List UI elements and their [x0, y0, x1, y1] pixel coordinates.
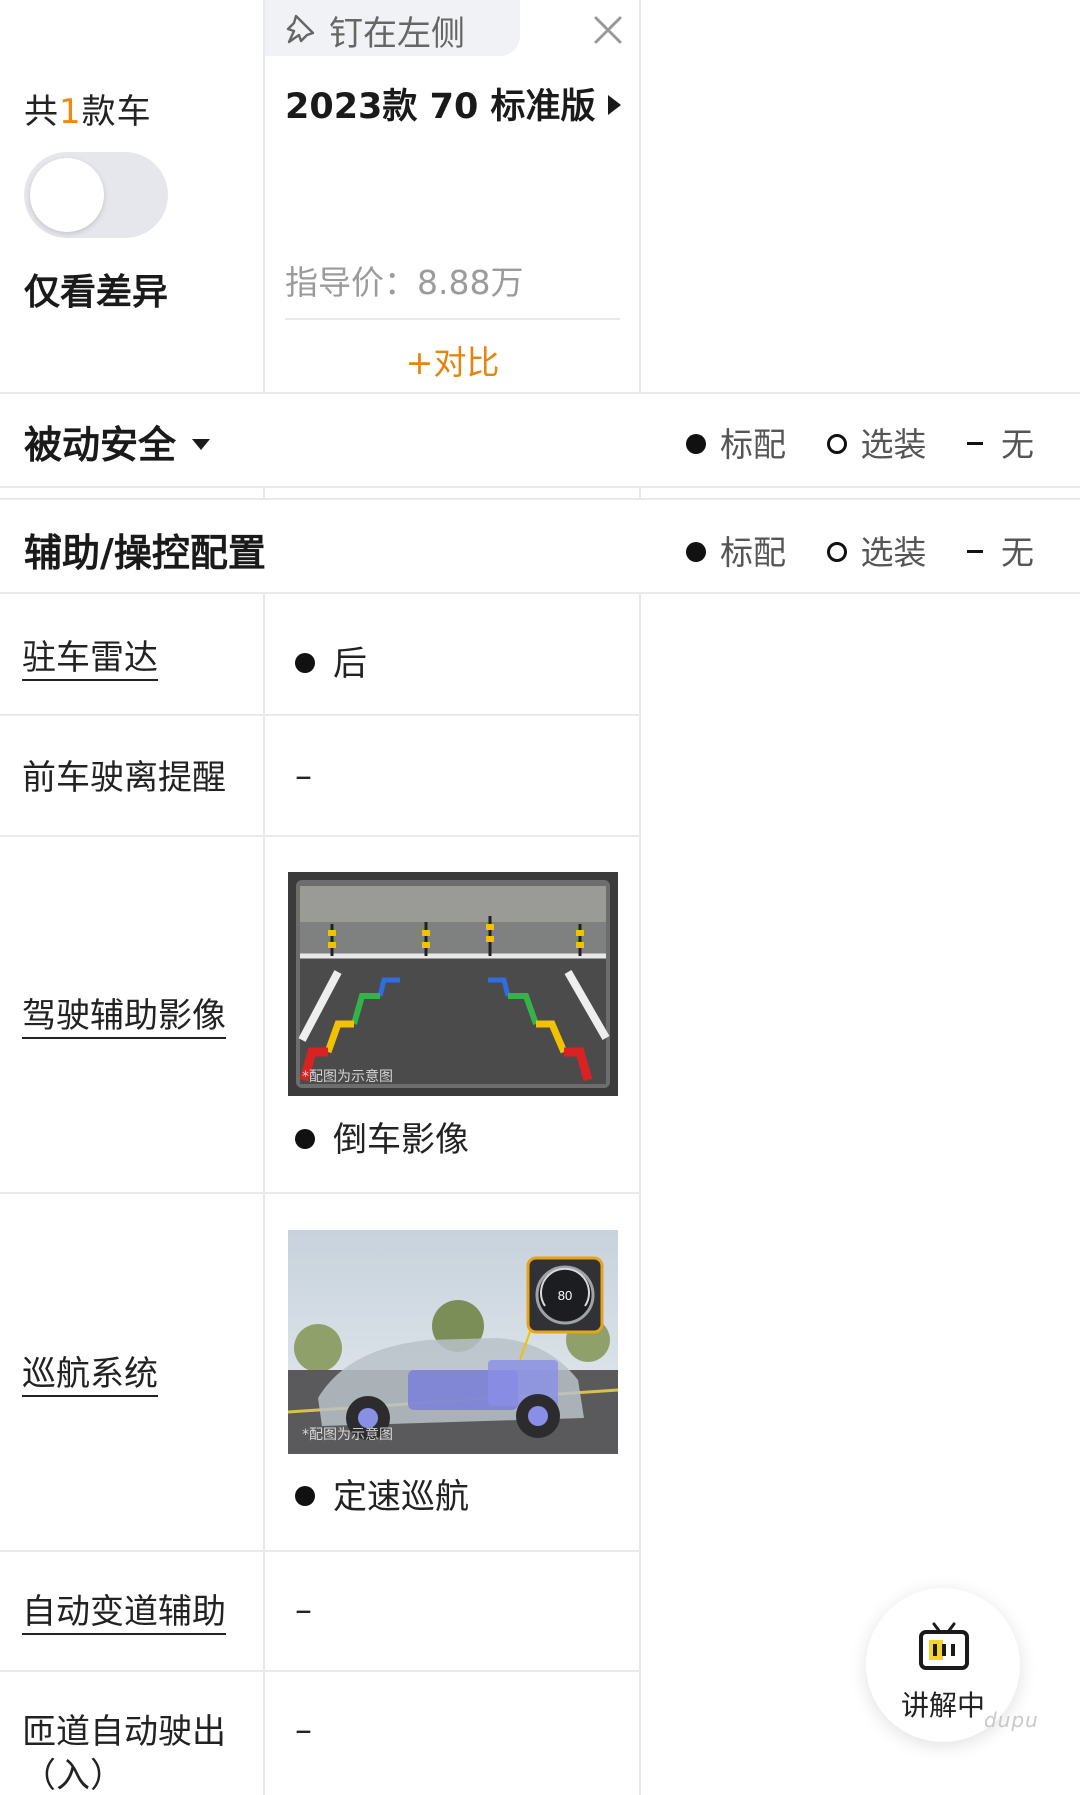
divider: [285, 318, 620, 320]
guide-price: 指导价：8.88万: [285, 263, 524, 302]
filled-dot-icon: [686, 541, 706, 562]
pin-left-button[interactable]: 钉在左侧: [265, 0, 520, 56]
dash-icon: [967, 550, 983, 553]
car-column-header: 钉在左侧 2023款 70 标准版 指导价：8.88万 +对比: [265, 0, 640, 392]
caret-down-icon: [192, 439, 211, 450]
add-compare-button[interactable]: +对比: [265, 336, 640, 384]
row-label-front-departure: 前车驶离提醒: [22, 758, 226, 798]
divider: [0, 835, 640, 837]
row-value-auto-lane-change: –: [295, 1590, 312, 1630]
image-note: *配图为示意图: [302, 1427, 393, 1443]
car-count: 共1款车: [24, 92, 152, 132]
chevron-right-icon: [607, 95, 621, 115]
header-left-panel: 共1款车 仅看差异: [0, 0, 263, 392]
close-icon[interactable]: [590, 12, 626, 48]
divider: [0, 1192, 640, 1194]
ring-icon: [826, 433, 847, 454]
image-note: *配图为示意图: [302, 1069, 393, 1085]
section-header-passive-safety[interactable]: 被动安全 标配 选装 无: [0, 394, 1080, 486]
ring-icon: [826, 541, 847, 562]
tv-icon: [919, 1622, 969, 1670]
divider: [0, 1670, 640, 1672]
dash-icon: [967, 442, 983, 445]
watermark: dupu: [984, 1708, 1039, 1732]
divider: [0, 1550, 640, 1552]
row-value-ramp-auto: –: [295, 1710, 312, 1750]
filled-dot-icon: [295, 652, 315, 673]
divider: [0, 592, 1080, 594]
toggle-knob: [30, 158, 104, 232]
filled-dot-icon: [295, 1485, 315, 1506]
car-count-number: 1: [59, 92, 82, 132]
diff-only-toggle[interactable]: [24, 152, 168, 238]
cruise-control-illustration: 80: [288, 1230, 618, 1454]
row-label-line: （入）: [22, 1756, 124, 1795]
row-label-line: 匝道自动驶出: [22, 1712, 226, 1752]
reverse-camera-illustration: [288, 872, 618, 1096]
diff-only-label: 仅看差异: [24, 272, 169, 313]
speed-readout: 80: [558, 1288, 572, 1303]
divider: [0, 486, 1080, 488]
legend: 标配 选装 无: [656, 418, 1034, 466]
row-value-front-departure: –: [295, 756, 312, 796]
pin-left-label: 钉在左侧: [329, 14, 465, 54]
section-title: 辅助/操控配置: [24, 531, 266, 575]
filled-dot-icon: [686, 433, 706, 454]
reverse-camera-image[interactable]: *配图为示意图: [288, 872, 618, 1096]
legend: 标配 选装 无: [656, 526, 1034, 574]
row-label-parking-radar[interactable]: 驻车雷达: [22, 636, 158, 680]
section-header-assist-control[interactable]: 辅助/操控配置 标配 选装 无: [0, 500, 1080, 592]
pin-icon: [286, 14, 315, 44]
row-label-driving-camera[interactable]: 驾驶辅助影像: [22, 994, 226, 1038]
section-title: 被动安全: [24, 423, 177, 467]
row-label-ramp-auto: 匝道自动驶出 （入）: [22, 1710, 252, 1795]
row-label-cruise-system[interactable]: 巡航系统: [22, 1352, 158, 1396]
row-value-parking-radar: 后: [295, 636, 367, 685]
row-value-cruise-system: 定速巡航: [295, 1469, 469, 1518]
car-model-name[interactable]: 2023款 70 标准版: [285, 78, 621, 129]
cruise-control-image[interactable]: 80 *配图为示意图: [288, 1230, 618, 1454]
row-value-driving-camera: 倒车影像: [295, 1112, 469, 1161]
divider: [0, 714, 640, 716]
filled-dot-icon: [295, 1128, 315, 1149]
row-label-auto-lane-change[interactable]: 自动变道辅助: [22, 1590, 226, 1634]
